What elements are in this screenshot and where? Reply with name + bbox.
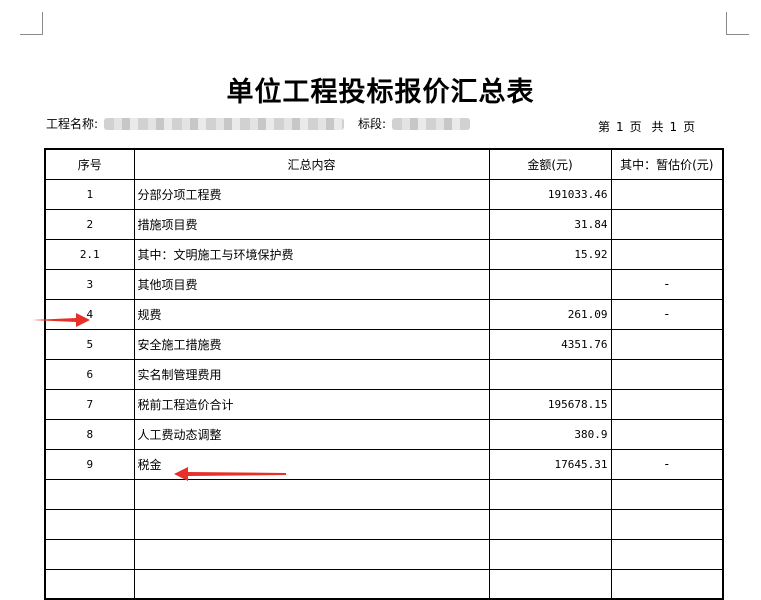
row-index: 2.1 — [44, 238, 135, 270]
row-content: 分部分项工程费 — [133, 178, 490, 210]
row-estimate — [610, 328, 724, 360]
row-amount: 195678.15 — [488, 388, 612, 420]
annotation-arrow-row9-icon — [174, 467, 286, 481]
row-content: 安全施工措施费 — [133, 328, 490, 360]
row-amount: 17645.31 — [488, 448, 612, 480]
row-amount — [488, 568, 612, 600]
row-estimate — [610, 418, 724, 450]
header-amount: 金额(元) — [488, 148, 612, 180]
row-amount — [488, 508, 612, 540]
row-content: 人工费动态调整 — [133, 418, 490, 450]
row-index: 6 — [44, 358, 135, 390]
table-row — [44, 478, 724, 510]
table-row: 2.1 其中：文明施工与环境保护费 15.92 — [44, 238, 724, 270]
table-header-row: 序号 汇总内容 金额(元) 其中：暂估价(元) — [44, 148, 724, 180]
header-estimate: 其中：暂估价(元) — [610, 148, 724, 180]
row-content: 规费 — [133, 298, 490, 330]
row-estimate — [610, 508, 724, 540]
row-amount: 4351.76 — [488, 328, 612, 360]
row-index: 8 — [44, 418, 135, 450]
row-estimate — [610, 238, 724, 270]
header-content: 汇总内容 — [133, 148, 490, 180]
row-amount — [488, 358, 612, 390]
table-row: 1 分部分项工程费 191033.46 — [44, 178, 724, 210]
row-content — [133, 508, 490, 540]
row-content — [133, 538, 490, 570]
row-index — [44, 508, 135, 540]
annotation-arrow-row4-icon — [32, 313, 90, 327]
table-row: 5 安全施工措施费 4351.76 — [44, 328, 724, 360]
document-title: 单位工程投标报价汇总表 — [226, 77, 535, 108]
row-estimate — [610, 388, 724, 420]
row-estimate — [610, 178, 724, 210]
row-estimate — [610, 208, 724, 240]
section-label: 标段: — [358, 117, 387, 131]
crop-mark-top-right — [726, 12, 749, 35]
row-index: 1 — [44, 178, 135, 210]
row-index: 9 — [44, 448, 135, 480]
row-estimate — [610, 478, 724, 510]
row-index: 7 — [44, 388, 135, 420]
table-row: 8 人工费动态调整 380.9 — [44, 418, 724, 450]
summary-table: 序号 汇总内容 金额(元) 其中：暂估价(元) 1 分部分项工程费 191033.4… — [44, 148, 724, 600]
redacted-project-name — [104, 118, 344, 130]
crop-mark-top-left — [20, 12, 43, 35]
table-row: 2 措施项目费 31.84 — [44, 208, 724, 240]
project-name-label: 工程名称: — [46, 117, 99, 131]
row-amount — [488, 478, 612, 510]
row-index: 3 — [44, 268, 135, 300]
row-estimate: - — [610, 268, 724, 300]
row-amount: 191033.46 — [488, 178, 612, 210]
row-content: 实名制管理费用 — [133, 358, 490, 390]
redacted-section — [392, 118, 470, 130]
table-row: 6 实名制管理费用 — [44, 358, 724, 390]
table-row: 7 税前工程造价合计 195678.15 — [44, 388, 724, 420]
table-row — [44, 538, 724, 570]
row-estimate — [610, 358, 724, 390]
row-estimate — [610, 538, 724, 570]
row-estimate: - — [610, 298, 724, 330]
row-estimate — [610, 568, 724, 600]
table-row — [44, 568, 724, 600]
row-index — [44, 478, 135, 510]
table-row — [44, 508, 724, 540]
row-content: 税前工程造价合计 — [133, 388, 490, 420]
row-content — [133, 568, 490, 600]
row-content: 其中：文明施工与环境保护费 — [133, 238, 490, 270]
row-amount: 261.09 — [488, 298, 612, 330]
row-index — [44, 538, 135, 570]
row-content: 其他项目费 — [133, 268, 490, 300]
row-index: 5 — [44, 328, 135, 360]
row-amount: 380.9 — [488, 418, 612, 450]
row-amount — [488, 268, 612, 300]
row-content: 措施项目费 — [133, 208, 490, 240]
row-index — [44, 568, 135, 600]
row-index: 2 — [44, 208, 135, 240]
row-amount: 15.92 — [488, 238, 612, 270]
row-estimate: - — [610, 448, 724, 480]
table-row: 3 其他项目费 - — [44, 268, 724, 300]
row-amount: 31.84 — [488, 208, 612, 240]
page-info: 第1页 共1页 — [598, 120, 696, 134]
table-row: 9 税金 17645.31- — [44, 448, 724, 480]
table-row: 4 规费 261.09- — [44, 298, 724, 330]
row-amount — [488, 538, 612, 570]
header-index: 序号 — [44, 148, 135, 180]
